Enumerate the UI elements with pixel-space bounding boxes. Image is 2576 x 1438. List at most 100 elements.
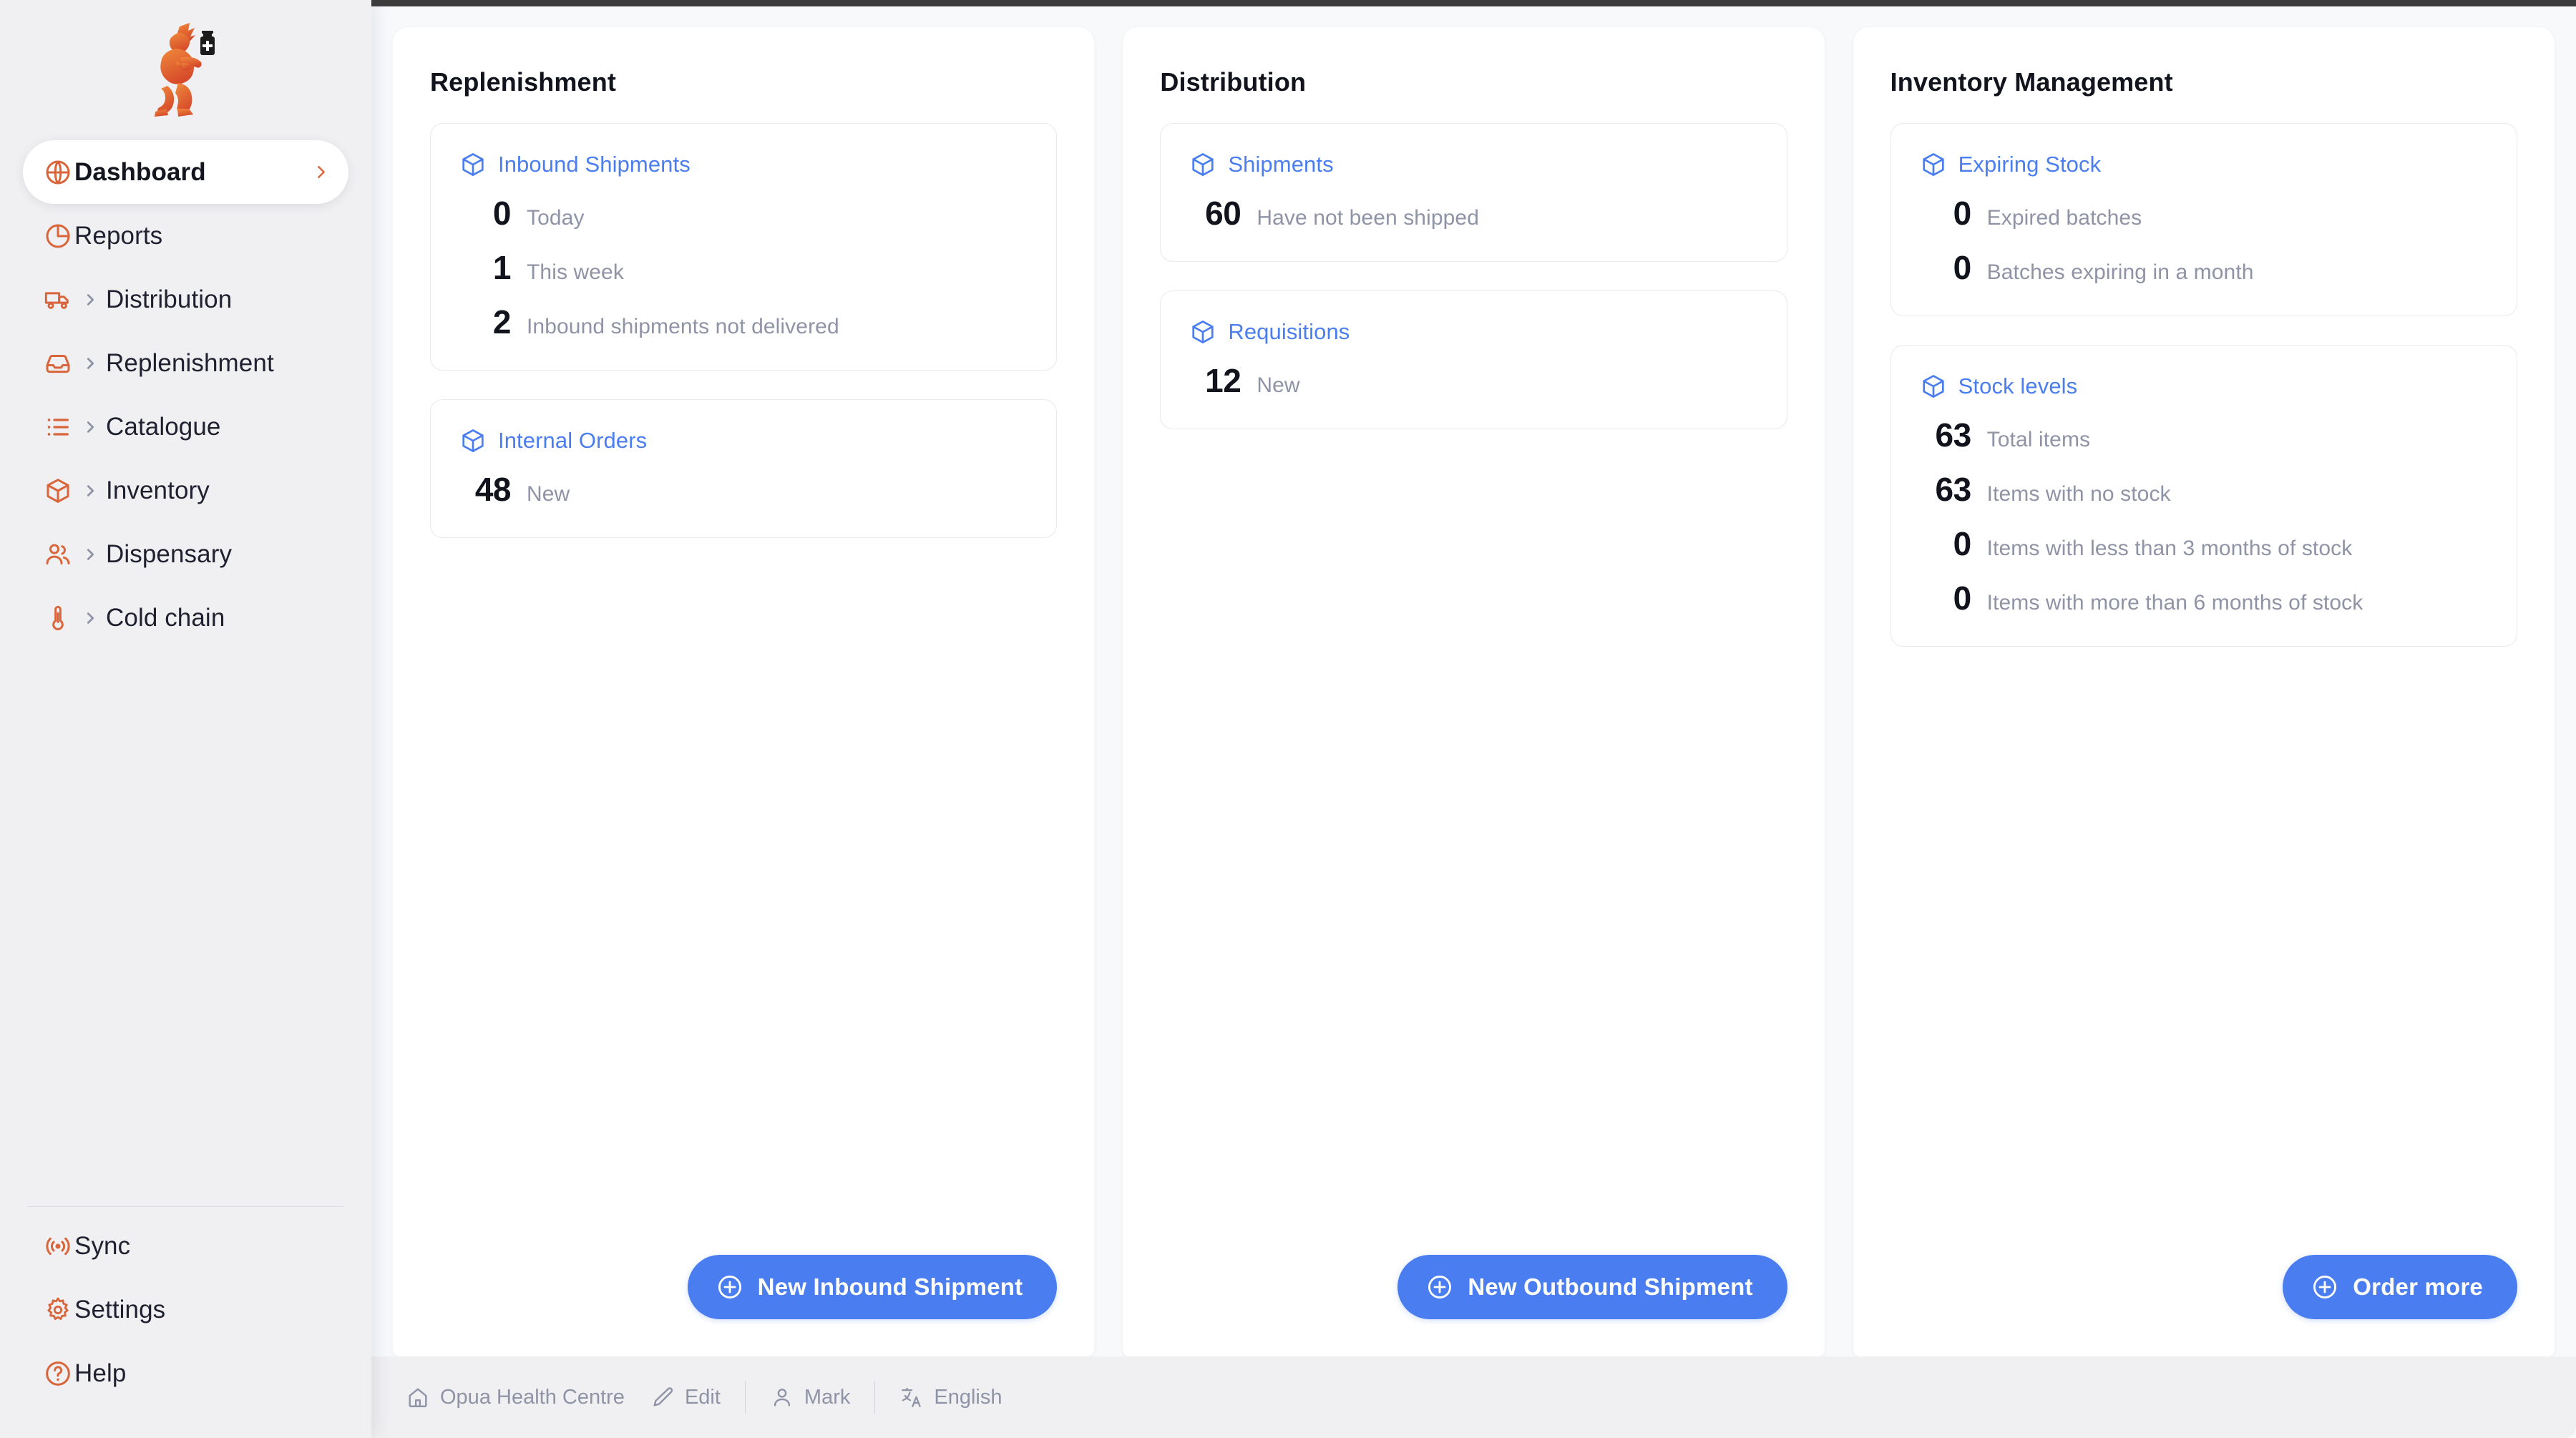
plus-circle-icon	[716, 1273, 743, 1301]
pie-chart-icon	[42, 220, 74, 253]
stat-value: 1	[492, 249, 512, 286]
sidebar-item-replenishment[interactable]: Replenishment	[23, 331, 348, 395]
panel-spacer	[1160, 458, 1787, 1255]
sidebar-item-label: Reports	[74, 221, 163, 250]
sidebar-item-help[interactable]: Help	[23, 1341, 348, 1405]
widget-shipments: Shipments 60 Have not been shipped	[1160, 123, 1787, 262]
sidebar-item-inventory[interactable]: Inventory	[23, 459, 348, 522]
translate-icon	[899, 1385, 924, 1409]
sidebar-item-label: Inventory	[106, 476, 210, 504]
panel-replenishment: Replenishment Inbound Shipments 0 Today …	[393, 27, 1095, 1356]
chevron-right-expand-icon[interactable]	[74, 419, 106, 435]
stat-row: 0 Expired batches	[1920, 194, 2488, 233]
stat-value: 0	[1953, 525, 1972, 562]
sidebar-item-cold-chain[interactable]: Cold chain	[23, 586, 348, 650]
pencil-icon	[650, 1385, 675, 1409]
order-more-button[interactable]: Order more	[2283, 1255, 2517, 1319]
box-icon	[1189, 151, 1216, 178]
panel-action: New Outbound Shipment	[1160, 1255, 1787, 1319]
chevron-right-expand-icon[interactable]	[74, 356, 106, 371]
stat-value: 0	[1953, 249, 1972, 286]
person-icon	[770, 1385, 794, 1409]
chevron-right-expand-icon[interactable]	[74, 610, 106, 626]
footer-user-label: Mark	[804, 1385, 851, 1409]
stat-row: 48 New	[459, 470, 1028, 509]
panel-title: Distribution	[1160, 67, 1307, 97]
plus-circle-icon	[2311, 1273, 2338, 1301]
sidebar-item-settings[interactable]: Settings	[23, 1278, 348, 1341]
stat-value: 0	[1953, 195, 1972, 232]
chevron-right-icon	[312, 163, 330, 181]
widget-link-shipments[interactable]: Shipments	[1189, 151, 1757, 178]
sidebar-item-dashboard[interactable]: Dashboard	[23, 140, 348, 204]
new-inbound-shipment-button[interactable]: New Inbound Shipment	[687, 1255, 1058, 1319]
stat-row: 1 This week	[459, 248, 1028, 287]
chevron-right-expand-icon[interactable]	[74, 483, 106, 499]
widget-link-label: Shipments	[1228, 152, 1334, 177]
sidebar-item-catalogue[interactable]: Catalogue	[23, 395, 348, 459]
panel-title: Replenishment	[430, 67, 616, 97]
footer-language[interactable]: English	[887, 1385, 1015, 1409]
sidebar-item-distribution[interactable]: Distribution	[23, 268, 348, 331]
sidebar-item-reports[interactable]: Reports	[23, 204, 348, 268]
app-root: Dashboard Reports Distribution Replenish…	[0, 0, 2576, 1438]
stat-row: 0 Today	[459, 194, 1028, 233]
sidebar-item-label: Dashboard	[74, 157, 206, 186]
footer-status-bar: Opua Health Centre Edit Mark English	[371, 1356, 2576, 1438]
widget-link-requisitions[interactable]: Requisitions	[1189, 318, 1757, 346]
widget-link-label: Requisitions	[1228, 319, 1350, 344]
sidebar-item-label: Dispensary	[106, 539, 233, 568]
widget-link-internal-orders[interactable]: Internal Orders	[459, 427, 1028, 454]
panel-spacer	[430, 567, 1057, 1255]
footer-divider	[874, 1381, 876, 1414]
app-logo	[0, 0, 371, 140]
widget-link-label: Internal Orders	[498, 428, 648, 453]
stat-row: 60 Have not been shipped	[1189, 194, 1757, 233]
stat-value: 0	[1953, 579, 1972, 617]
footer-edit[interactable]: Edit	[638, 1385, 733, 1409]
stat-row: 63 Items with no stock	[1920, 470, 2488, 509]
chevron-right-expand-icon[interactable]	[74, 547, 106, 562]
stat-label: Batches expiring in a month	[1986, 260, 2254, 284]
chevron-right-expand-icon[interactable]	[74, 292, 106, 308]
stat-row: 12 New	[1189, 361, 1757, 400]
new-outbound-shipment-button[interactable]: New Outbound Shipment	[1397, 1255, 1787, 1319]
stat-value: 60	[1205, 195, 1241, 232]
sidebar-item-sync[interactable]: Sync	[23, 1214, 348, 1278]
stat-label: New	[1257, 373, 1300, 397]
sidebar-bottom-nav: Sync Settings Help	[0, 1214, 371, 1438]
stat-value: 12	[1205, 362, 1241, 399]
stat-row: 63 Total items	[1920, 416, 2488, 454]
footer-store[interactable]: Opua Health Centre	[393, 1385, 638, 1409]
widget-inbound-shipments: Inbound Shipments 0 Today 1 This week 2 …	[430, 123, 1058, 371]
dashboard-columns: Replenishment Inbound Shipments 0 Today …	[371, 0, 2576, 1356]
radio-waves-icon	[42, 1230, 74, 1263]
sidebar-divider	[27, 1206, 344, 1207]
footer-user[interactable]: Mark	[757, 1385, 863, 1409]
stat-row: 0 Batches expiring in a month	[1920, 248, 2488, 287]
widget-link-label: Expiring Stock	[1958, 152, 2102, 177]
sidebar-item-label: Sync	[74, 1231, 131, 1260]
footer-divider	[744, 1381, 746, 1414]
widget-link-stock-levels[interactable]: Stock levels	[1920, 373, 2488, 400]
widget-link-expiring-stock[interactable]: Expiring Stock	[1920, 151, 2488, 178]
stat-label: Inbound shipments not delivered	[527, 315, 839, 338]
stat-value: 0	[492, 195, 512, 232]
truck-icon	[42, 283, 74, 316]
plus-circle-icon	[1426, 1273, 1453, 1301]
globe-icon	[42, 156, 74, 189]
widget-link-inbound-shipments[interactable]: Inbound Shipments	[459, 151, 1028, 178]
msupply-running-man-logo-icon	[154, 23, 215, 117]
panel-inventory-management: Inventory Management Expiring Stock 0 Ex…	[1853, 27, 2555, 1356]
box-icon	[1189, 318, 1216, 346]
stat-label: Items with more than 6 months of stock	[1986, 591, 2363, 615]
stat-row: 2 Inbound shipments not delivered	[459, 303, 1028, 341]
panel-action: New Inbound Shipment	[430, 1255, 1058, 1319]
box-icon	[459, 151, 487, 178]
inbox-tray-icon	[42, 347, 74, 380]
widget-link-label: Stock levels	[1958, 373, 2078, 398]
sidebar: Dashboard Reports Distribution Replenish…	[0, 0, 371, 1438]
sidebar-item-dispensary[interactable]: Dispensary	[23, 522, 348, 586]
stat-value: 63	[1935, 471, 1971, 508]
